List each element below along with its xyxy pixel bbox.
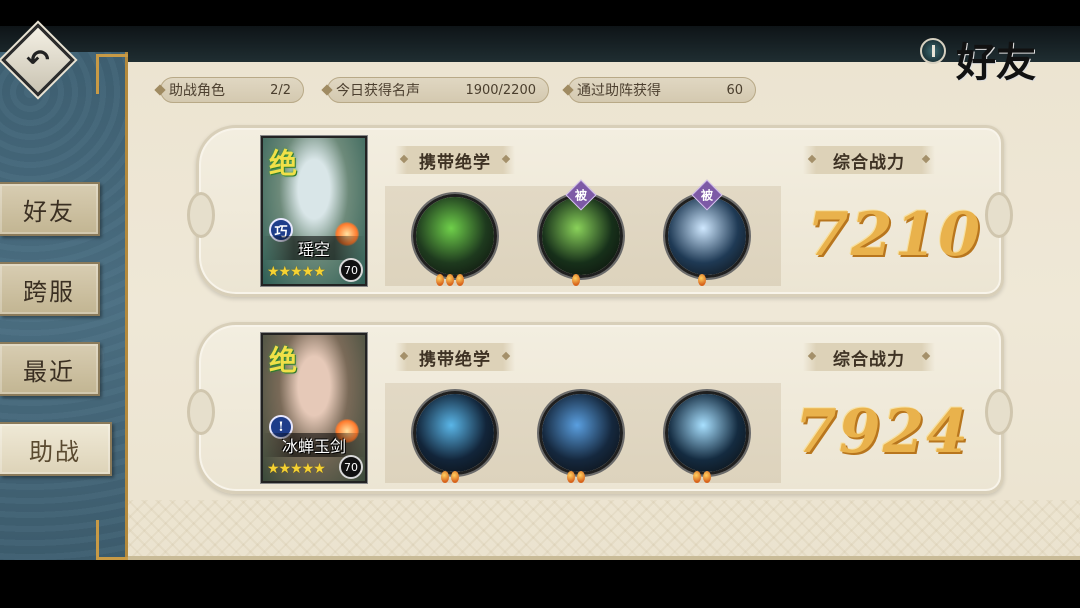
tab-recent[interactable]: 最近 — [0, 342, 100, 396]
info-icon[interactable] — [920, 38, 946, 64]
skill-gem-icon — [698, 274, 706, 286]
hero-level: 70 — [339, 258, 363, 282]
hero-name: 冰蝉玉剑 — [263, 433, 365, 457]
power-label: 综合战力 — [803, 343, 935, 371]
stat-value: 1900/2200 — [465, 82, 536, 98]
tab-label: 好友 — [23, 197, 75, 226]
stat-assist-earned: 通过助阵获得 60 — [568, 77, 756, 103]
tab-label: 助战 — [29, 437, 81, 466]
skill-gem-icon — [577, 471, 585, 483]
skill-gem-icon — [441, 471, 449, 483]
ice-cicada-skill-icon — [542, 394, 620, 472]
hero-portrait[interactable]: 绝巧瑶空 ★★★★★ 70 — [261, 136, 367, 286]
skill-gem-icon — [451, 471, 459, 483]
passive-tag-label: 被 — [574, 188, 588, 203]
tab-label: 最近 — [23, 357, 75, 386]
tab-friends[interactable]: 好友 — [0, 182, 100, 236]
skill-gem-icon — [693, 471, 701, 483]
back-arrow-icon: ↶ — [26, 43, 50, 77]
hero-level: 70 — [339, 455, 363, 479]
hero-stars: ★★★★★ — [267, 264, 326, 280]
passive-tag-label: 被 — [700, 188, 714, 203]
assist-card[interactable]: 绝! 冰蝉玉剑 ★★★★★ 70 携带绝学 综合战力 7924 — [187, 322, 1013, 494]
hero-portrait[interactable]: 绝! 冰蝉玉剑 ★★★★★ 70 — [261, 333, 367, 483]
page-title-area: 好友 — [918, 30, 1068, 100]
skills-label: 携带绝学 — [395, 146, 515, 174]
screen: ↶ 好友 跨服 最近 助战 助战角色 2/2 今日获得名声 1900/2200 … — [0, 0, 1080, 608]
page-title: 好友 — [956, 39, 1036, 86]
skill-gem-icon — [567, 471, 575, 483]
skill-slot[interactable] — [665, 391, 749, 475]
gold-frame-corner — [96, 54, 128, 94]
ice-sword-skill-icon — [668, 394, 746, 472]
tab-cross-server[interactable]: 跨服 — [0, 262, 100, 316]
skill-gem-icon — [572, 274, 580, 286]
hero-stars: ★★★★★ — [267, 461, 326, 477]
skill-slot[interactable] — [413, 391, 497, 475]
skill-gem-icon — [446, 274, 454, 286]
ice-warrior-skill-icon — [416, 394, 494, 472]
hero-name: 瑶空 — [263, 236, 365, 260]
skill-gem-icon — [456, 274, 464, 286]
stat-value: 2/2 — [270, 82, 291, 98]
assist-card[interactable]: 绝巧瑶空 ★★★★★ 70 携带绝学被被综合战力 7210 — [187, 125, 1013, 297]
stat-label: 通过助阵获得 — [577, 83, 661, 99]
stat-value: 60 — [726, 82, 743, 98]
tab-label: 跨服 — [23, 277, 75, 306]
skill-gem-icon — [436, 274, 444, 286]
stat-assist-roles: 助战角色 2/2 — [160, 77, 304, 103]
combat-power-value: 7924 — [795, 397, 970, 467]
green-spirit-skill-icon — [416, 197, 494, 275]
rank-badge: 绝 — [269, 147, 298, 180]
skill-slot[interactable] — [413, 194, 497, 278]
skills-label: 携带绝学 — [395, 343, 515, 371]
stat-label: 助战角色 — [169, 83, 225, 99]
bottom-border — [128, 556, 1080, 560]
stat-daily-fame: 今日获得名声 1900/2200 — [327, 77, 549, 103]
gold-frame-corner — [96, 520, 128, 560]
tab-assist[interactable]: 助战 — [0, 422, 112, 476]
stat-label: 今日获得名声 — [336, 83, 420, 99]
combat-power-value: 7210 — [807, 200, 982, 270]
skill-gem-icon — [703, 471, 711, 483]
power-label: 综合战力 — [803, 146, 935, 174]
skill-slot[interactable] — [539, 391, 623, 475]
rank-badge: 绝 — [269, 344, 298, 377]
